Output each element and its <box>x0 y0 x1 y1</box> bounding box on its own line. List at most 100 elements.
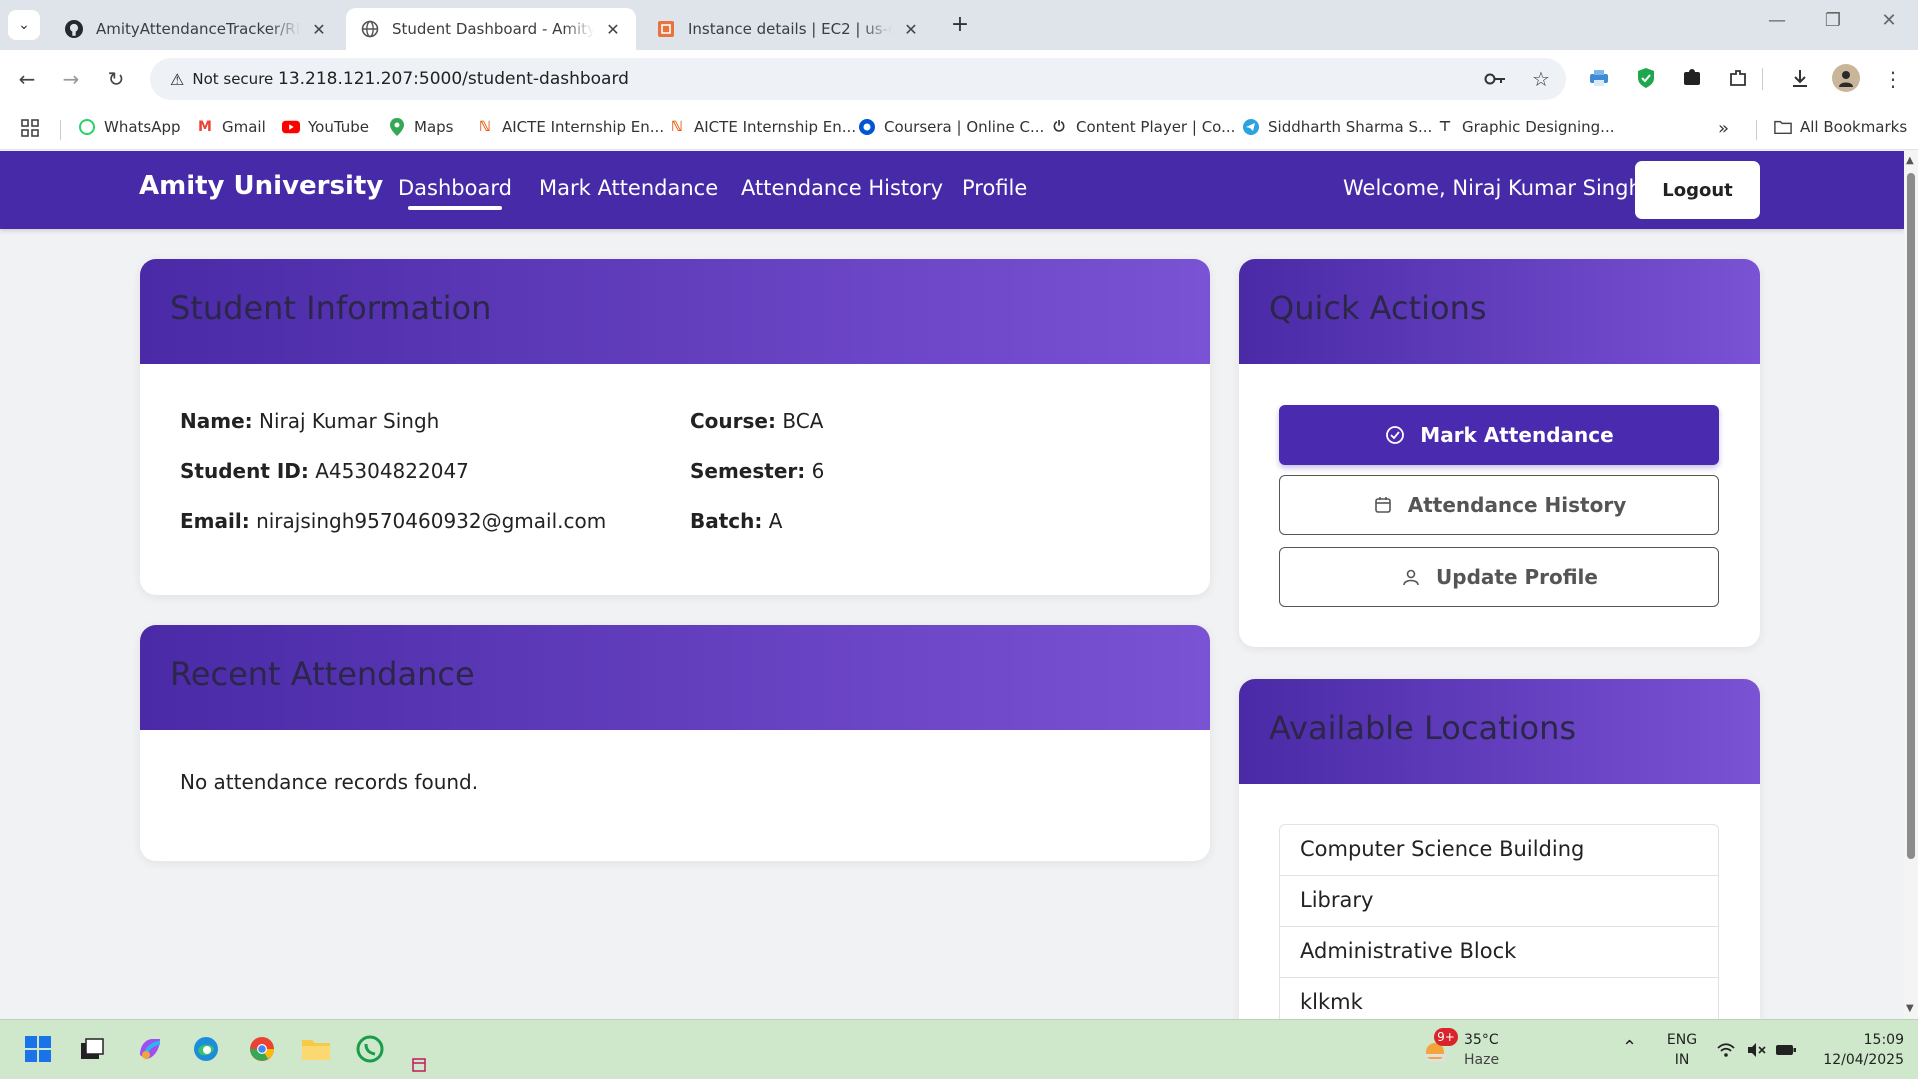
student-batch: Batch: A <box>690 509 782 533</box>
star-icon[interactable]: ☆ <box>1528 67 1554 91</box>
region-indicator[interactable]: IN <box>1664 1050 1700 1070</box>
nav-profile[interactable]: Profile <box>962 176 1027 200</box>
whatsapp-icon[interactable] <box>354 1033 386 1065</box>
browser-toolbar: ← → ↻ ⚠ Not secure 13.218.121.207:5000/s… <box>0 50 1918 108</box>
printer-extension-icon[interactable] <box>1585 64 1613 92</box>
field-label: Name: <box>180 409 253 433</box>
volume-muted-icon[interactable] <box>1742 1034 1770 1066</box>
tab-github[interactable]: AmityAttendanceTracker/READ ✕ <box>50 8 342 50</box>
bookmark-graphic-designing[interactable]: ⊤ Graphic Designing... <box>1436 118 1615 136</box>
bookmark-label: WhatsApp <box>104 118 181 136</box>
close-icon[interactable]: ✕ <box>604 20 622 39</box>
bookmark-coursera[interactable]: Coursera | Online C... <box>858 118 1044 136</box>
bookmark-icon: ⊤ <box>1438 119 1452 135</box>
field-value: 6 <box>811 459 825 483</box>
copilot-icon[interactable] <box>134 1033 166 1065</box>
bookmark-label: Gmail <box>222 118 266 136</box>
reload-icon[interactable]: ↻ <box>101 64 131 94</box>
update-profile-button[interactable]: Update Profile <box>1279 547 1719 607</box>
card-title: Recent Attendance <box>140 625 1210 730</box>
scroll-down-icon[interactable]: ▼ <box>1906 1003 1914 1014</box>
more-menu-icon[interactable]: ⋮ <box>1878 64 1908 94</box>
tab-student-dashboard[interactable]: Student Dashboard - Amity Uni ✕ <box>346 8 636 50</box>
bookmark-label: Siddharth Sharma S... <box>1268 118 1433 136</box>
check-circle-icon <box>1384 424 1406 446</box>
student-name: Name: Niraj Kumar Singh <box>180 409 439 433</box>
page-scrollbar[interactable]: ▲ ▼ <box>1904 151 1918 1019</box>
attendance-history-button[interactable]: Attendance History <box>1279 475 1719 535</box>
extensions-icon[interactable] <box>1724 64 1752 92</box>
bookmark-content-player[interactable]: ⏻ Content Player | Co... <box>1050 118 1235 136</box>
battery-icon[interactable] <box>1772 1034 1800 1066</box>
bookmark-aicte-2[interactable]: ℕ AICTE Internship En... <box>668 118 856 136</box>
logout-button[interactable]: Logout <box>1635 161 1760 219</box>
shield-extension-icon[interactable] <box>1632 64 1660 92</box>
clock-time[interactable]: 15:09 <box>1814 1030 1904 1050</box>
scrollbar-thumb[interactable] <box>1907 173 1915 859</box>
bookmark-whatsapp[interactable]: WhatsApp <box>78 118 181 136</box>
bookmark-maps[interactable]: Maps <box>388 118 453 136</box>
weather-condition: Haze <box>1464 1052 1500 1068</box>
tab-title: Instance details | EC2 | us-east-1 <box>688 20 892 38</box>
language-indicator[interactable]: ENG <box>1664 1030 1700 1050</box>
close-icon[interactable]: ✕ <box>902 20 920 39</box>
tab-title: AmityAttendanceTracker/READ <box>96 20 300 38</box>
coursera-icon <box>858 118 876 136</box>
minimize-icon[interactable]: — <box>1762 10 1792 31</box>
download-icon[interactable] <box>1786 64 1814 92</box>
chrome-icon[interactable] <box>246 1033 278 1065</box>
task-view-icon[interactable] <box>76 1033 108 1065</box>
bookmark-label: AICTE Internship En... <box>694 118 857 136</box>
windows-taskbar: 9+ 35°C Haze ⌃ ENG IN 15:09 12/04/2025 <box>0 1019 1918 1079</box>
restore-icon[interactable]: ❐ <box>1818 10 1848 31</box>
welcome-text: Welcome, Niraj Kumar Singh <box>1343 176 1642 200</box>
close-window-icon[interactable]: ✕ <box>1874 10 1904 31</box>
weather-temperature: 35°C <box>1464 1032 1499 1048</box>
field-value: A45304822047 <box>315 459 469 483</box>
nav-attendance-history[interactable]: Attendance History <box>741 176 943 200</box>
bookmark-gmail[interactable]: M Gmail <box>196 118 266 136</box>
bookmark-siddharth[interactable]: Siddharth Sharma S... <box>1242 118 1432 136</box>
file-explorer-icon[interactable] <box>300 1033 332 1065</box>
tab-search-button[interactable]: ⌄ <box>8 10 40 40</box>
edge-icon[interactable] <box>190 1033 222 1065</box>
field-label: Student ID: <box>180 459 309 483</box>
site-brand[interactable]: Amity University <box>139 171 383 201</box>
new-tab-button[interactable]: + <box>948 12 972 37</box>
scroll-up-icon[interactable]: ▲ <box>1906 155 1914 166</box>
all-bookmarks-button[interactable]: All Bookmarks <box>1774 118 1907 136</box>
nav-mark-attendance[interactable]: Mark Attendance <box>539 176 718 200</box>
youtube-icon <box>282 118 300 136</box>
show-hidden-icons-chevron-icon[interactable]: ⌃ <box>1622 1038 1637 1058</box>
nav-dashboard[interactable]: Dashboard <box>398 176 512 210</box>
calendar-icon <box>1372 494 1394 516</box>
key-icon[interactable] <box>1482 67 1508 91</box>
bookmark-youtube[interactable]: YouTube <box>282 118 369 136</box>
windows-start-icon[interactable] <box>22 1033 54 1065</box>
close-icon[interactable]: ✕ <box>310 20 328 39</box>
student-email: Email: nirajsingh9570460932@gmail.com <box>180 509 606 533</box>
bookmark-label: Maps <box>414 118 454 136</box>
forward-icon[interactable]: → <box>56 64 86 94</box>
profile-avatar-icon[interactable] <box>1832 64 1860 92</box>
url-text[interactable]: 13.218.121.207:5000/student-dashboard <box>278 69 629 89</box>
locations-list: Computer Science Building Library Admini… <box>1279 824 1719 1019</box>
warning-icon: ⚠ <box>170 69 185 89</box>
available-locations-card: Available Locations Computer Science Bui… <box>1239 679 1760 1019</box>
apps-grid-icon[interactable] <box>20 118 40 138</box>
site-navbar: Amity University Dashboard Mark Attendan… <box>0 151 1904 229</box>
extension-puzzle-dark-icon[interactable] <box>1678 64 1706 92</box>
mark-attendance-button[interactable]: Mark Attendance <box>1279 405 1719 465</box>
bookmark-aicte-1[interactable]: ℕ AICTE Internship En... <box>476 118 664 136</box>
security-chip[interactable]: ⚠ Not secure <box>160 64 283 94</box>
tab-ec2[interactable]: Instance details | EC2 | us-east-1 ✕ <box>642 8 934 50</box>
clock-date[interactable]: 12/04/2025 <box>1814 1050 1904 1070</box>
wifi-icon[interactable] <box>1712 1034 1740 1066</box>
app-icon[interactable] <box>410 1056 428 1074</box>
address-bar[interactable]: ⚠ Not secure 13.218.121.207:5000/student… <box>150 58 1566 100</box>
card-title: Quick Actions <box>1239 259 1760 364</box>
field-label: Semester: <box>690 459 806 483</box>
back-icon[interactable]: ← <box>12 64 42 94</box>
bookmarks-overflow-button[interactable]: » <box>1718 118 1729 139</box>
gmail-icon: M <box>198 119 212 135</box>
